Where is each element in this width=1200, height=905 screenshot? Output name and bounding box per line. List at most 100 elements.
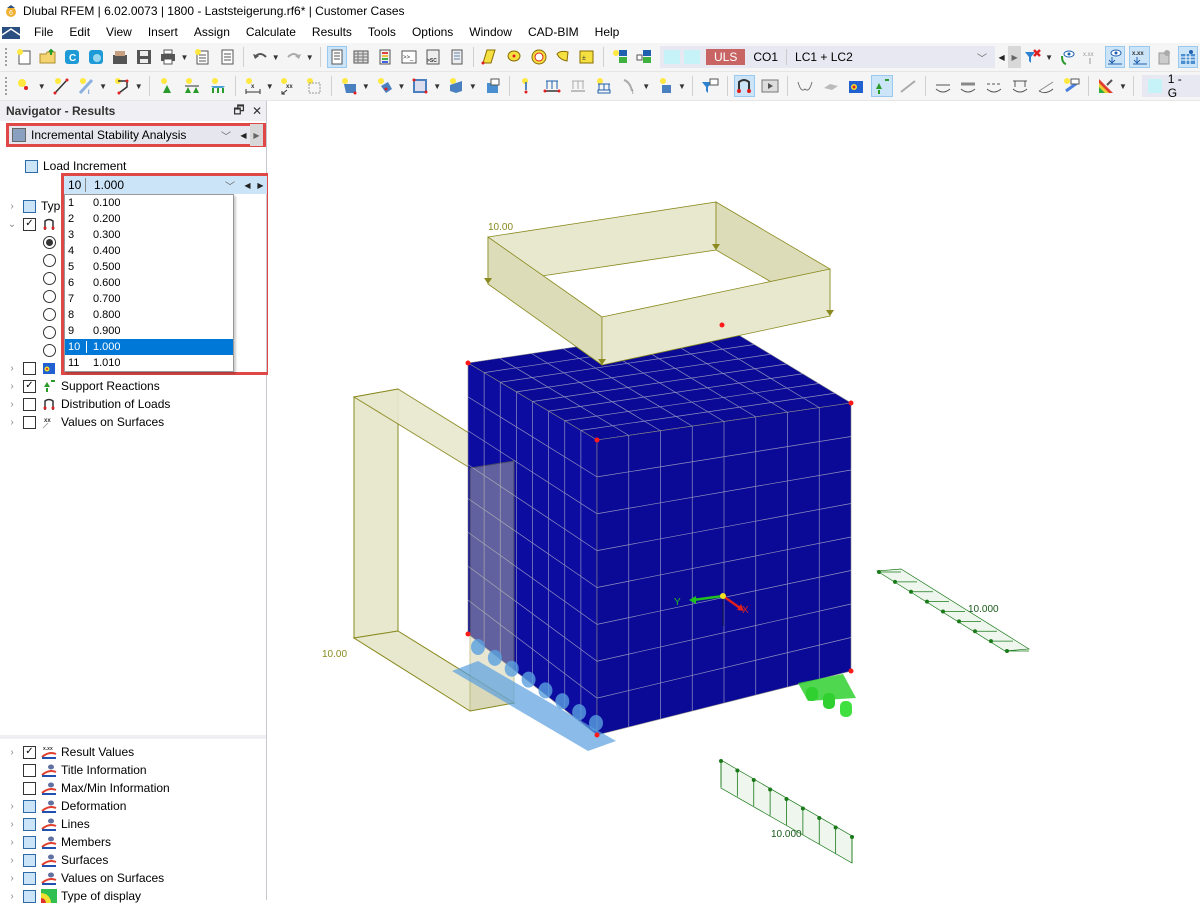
support-reactions-checkbox[interactable]: ✓ xyxy=(23,379,36,393)
solid-dropdown-arrow[interactable]: ▼ xyxy=(398,82,406,91)
dimension-dropdown-arrow[interactable]: ▼ xyxy=(266,82,274,91)
filter-clear-button[interactable] xyxy=(1023,46,1043,68)
next-analysis-button[interactable]: ▶ xyxy=(250,124,263,146)
node[interactable] xyxy=(719,322,725,328)
new-free-load-button[interactable]: I xyxy=(619,75,641,97)
radio-button[interactable] xyxy=(43,289,56,303)
result-diagram-button[interactable] xyxy=(794,75,816,97)
print-dropdown-arrow[interactable]: ▼ xyxy=(181,53,189,62)
line-results-button[interactable] xyxy=(897,75,919,97)
animation-button[interactable] xyxy=(759,75,781,97)
save-button[interactable] xyxy=(134,46,154,68)
member-nodes-button[interactable] xyxy=(983,75,1005,97)
menu-cad-bim[interactable]: CAD-BIM xyxy=(520,22,587,43)
expand-icon[interactable]: › xyxy=(6,201,18,212)
node[interactable] xyxy=(465,631,471,637)
menu-results[interactable]: Results xyxy=(304,22,360,43)
result-beams-button[interactable] xyxy=(1061,75,1083,97)
next-combination-button[interactable]: ▶ xyxy=(1008,46,1022,68)
display-option-checkbox[interactable] xyxy=(23,799,36,813)
expand-icon[interactable]: › xyxy=(6,381,18,392)
display-option-item[interactable]: › Deformation xyxy=(6,797,126,815)
redo-button[interactable] xyxy=(284,46,304,68)
new-surface-support-button[interactable] xyxy=(207,75,229,97)
radio-button[interactable] xyxy=(43,253,56,267)
transparent-view-button[interactable] xyxy=(1154,46,1174,68)
load-increment-select[interactable]: 10 1.000 ﹀ ◀ ▶ xyxy=(64,176,267,194)
support-reactions-button[interactable] xyxy=(871,75,894,97)
menu-window[interactable]: Window xyxy=(461,22,520,43)
polyline-dropdown-arrow[interactable]: ▼ xyxy=(135,82,143,91)
display-option-checkbox[interactable]: ✓ xyxy=(23,745,36,759)
load-increment-option[interactable]: 7 0.700 xyxy=(65,291,233,307)
new-imposed-load-button[interactable] xyxy=(654,75,676,97)
new-comment-button[interactable]: xx xyxy=(278,75,300,97)
display-option-item[interactable]: Max/Min Information xyxy=(6,779,170,797)
node[interactable] xyxy=(465,360,471,366)
load-increment-checkbox[interactable] xyxy=(25,159,38,173)
color-scale-dropdown-arrow[interactable]: ▼ xyxy=(1119,82,1127,91)
surface-dropdown-arrow[interactable]: ▼ xyxy=(362,82,370,91)
display-option-checkbox[interactable] xyxy=(23,835,36,849)
new-solid-button[interactable] xyxy=(374,75,396,97)
radio-option-7[interactable] xyxy=(43,341,56,359)
show-results-button[interactable] xyxy=(1057,46,1077,68)
new-nodal-support-button[interactable] xyxy=(156,75,178,97)
new-model-button[interactable] xyxy=(14,46,34,68)
display-option-item[interactable]: › Surfaces xyxy=(6,851,108,869)
new-line-button[interactable] xyxy=(50,75,72,97)
new-printout-button[interactable] xyxy=(192,46,212,68)
select-freeform-button[interactable] xyxy=(553,46,573,68)
node-dropdown-arrow[interactable]: ▼ xyxy=(38,82,46,91)
radio-button[interactable] xyxy=(43,307,56,321)
printout-report-button[interactable] xyxy=(217,46,237,68)
display-option-item[interactable]: › Lines xyxy=(6,815,90,833)
3d-viewport[interactable]: 10.00 10.00 Y X 10.000 10.000 xyxy=(268,101,1200,900)
radio-button[interactable] xyxy=(43,271,56,285)
support-reactions-item[interactable]: › ✓ Support Reactions xyxy=(6,377,159,395)
print-report-button[interactable] xyxy=(110,46,130,68)
load-increment-option[interactable]: 2 0.200 xyxy=(65,211,233,227)
load-increment-option[interactable]: 3 0.300 xyxy=(65,227,233,243)
radio-option-6[interactable] xyxy=(43,323,56,341)
display-option-item[interactable]: › Values on Surfaces xyxy=(6,869,164,887)
opening-dropdown-arrow[interactable]: ▼ xyxy=(433,82,441,91)
surface-section-button[interactable] xyxy=(1035,75,1057,97)
expand-icon[interactable]: › xyxy=(6,747,18,758)
show-deformation-button[interactable] xyxy=(1105,46,1126,68)
distribution-of-loads-item[interactable]: › Distribution of Loads xyxy=(6,395,170,413)
dlubal-center-button[interactable]: C xyxy=(62,46,82,68)
previous-analysis-button[interactable]: ◀ xyxy=(237,124,250,146)
menu-tools[interactable]: Tools xyxy=(360,22,404,43)
list-button[interactable] xyxy=(447,46,467,68)
display-option-checkbox[interactable] xyxy=(23,781,36,795)
type-checkbox[interactable] xyxy=(23,199,36,213)
display-option-item[interactable]: Title Information xyxy=(6,761,147,779)
select-dimension-button[interactable]: ± xyxy=(577,46,597,68)
redo-dropdown-arrow[interactable]: ▼ xyxy=(306,53,314,62)
undo-button[interactable] xyxy=(250,46,270,68)
section-dropdown-arrow[interactable]: ▼ xyxy=(469,82,477,91)
display-option-item[interactable]: › ✓ x.xx Result Values xyxy=(6,743,134,761)
new-node-button[interactable] xyxy=(14,75,36,97)
member-supports-button[interactable] xyxy=(1009,75,1031,97)
menu-options[interactable]: Options xyxy=(404,22,461,43)
node[interactable] xyxy=(848,400,854,406)
node[interactable] xyxy=(594,437,600,443)
load-increment-option[interactable]: 1 0.100 xyxy=(65,195,233,211)
undo-dropdown-arrow[interactable]: ▼ xyxy=(272,53,280,62)
select-surface-button[interactable] xyxy=(480,46,500,68)
load-case-manager-button[interactable] xyxy=(634,46,654,68)
view-select[interactable]: 1 - G xyxy=(1141,72,1200,100)
new-member-load-button[interactable] xyxy=(567,75,589,97)
load-increment-option[interactable]: 4 0.400 xyxy=(65,243,233,259)
expand-icon[interactable]: › xyxy=(6,855,18,866)
load-increment-option[interactable]: 11 1.010 xyxy=(65,355,233,371)
show-values-button[interactable]: x.xx xyxy=(1129,46,1150,68)
menu-assign[interactable]: Assign xyxy=(186,22,238,43)
analysis-type-select[interactable]: Incremental Stability Analysis ﹀ ◀ ▶ xyxy=(6,123,266,147)
radio-option-5[interactable] xyxy=(43,305,56,323)
load-increment-option[interactable]: 5 0.500 xyxy=(65,259,233,275)
new-load-case-button[interactable] xyxy=(610,46,630,68)
radio-button[interactable] xyxy=(43,343,56,357)
